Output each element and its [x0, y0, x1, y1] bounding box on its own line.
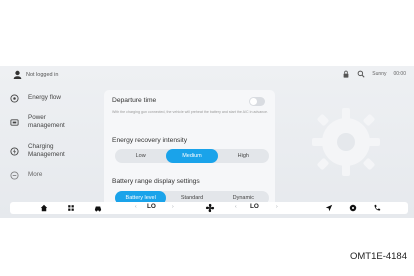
sidebar-item-more[interactable]: More: [10, 169, 88, 181]
lock-icon: [343, 70, 349, 78]
infotainment-screen: Not logged in Sunny 00:00 Energy flow Po…: [0, 66, 414, 218]
recovery-option-high[interactable]: High: [218, 149, 269, 163]
media-icon[interactable]: [349, 204, 357, 212]
account-label: Not logged in: [26, 71, 59, 78]
sidebar-item-label: Energy flow: [28, 94, 61, 101]
navigation-icon[interactable]: [325, 204, 333, 212]
fan-icon[interactable]: [205, 203, 215, 213]
weather-label: Sunny: [372, 71, 387, 77]
departure-time-hint: With the charging gun connected, the veh…: [112, 110, 269, 114]
toggle-knob: [250, 98, 257, 105]
recovery-option-medium[interactable]: Medium: [166, 149, 218, 163]
sidebar-item-energy-flow[interactable]: Energy flow: [10, 92, 88, 104]
energy-flow-icon: [10, 93, 19, 103]
departure-time-title: Departure time: [112, 97, 157, 104]
energy-recovery-title: Energy recovery intensity: [112, 137, 188, 144]
status-indicators: Sunny 00:00: [342, 70, 406, 78]
user-icon: [13, 70, 22, 79]
sidebar-item-charging-management[interactable]: Charging Management: [10, 140, 88, 162]
range-display-title: Battery range display settings: [112, 178, 200, 185]
right-temp-down-arrow[interactable]: ‹: [235, 204, 237, 210]
left-temp-down-arrow[interactable]: ‹: [135, 204, 137, 210]
power-management-icon: [10, 118, 19, 126]
sidebar-item-label: Charging Management: [28, 143, 65, 158]
home-icon[interactable]: [40, 204, 48, 212]
sidebar-item-label: Power management: [28, 114, 65, 129]
sidebar-item-label: More: [28, 171, 43, 178]
right-temp-up-arrow[interactable]: ›: [276, 204, 278, 210]
sidebar-item-power-management[interactable]: Power management: [10, 111, 88, 133]
figure-code: OMT1E-4184: [349, 251, 407, 262]
left-temperature[interactable]: LO: [147, 203, 156, 210]
phone-icon[interactable]: [373, 204, 381, 212]
account-status[interactable]: Not logged in: [13, 70, 58, 79]
more-icon: [10, 170, 19, 180]
energy-recovery-selector: Low Medium High: [115, 149, 269, 163]
apps-grid-icon[interactable]: [67, 204, 75, 212]
car-icon[interactable]: [94, 204, 102, 212]
right-temperature[interactable]: LO: [250, 203, 259, 210]
settings-gear-illustration: [312, 108, 380, 176]
bottom-dock: ‹ LO › ‹ LO ›: [10, 202, 408, 214]
charging-management-icon: [10, 146, 19, 156]
left-temp-up-arrow[interactable]: ›: [172, 204, 174, 210]
vehicle-settings-panel: Departure time With the charging gun con…: [104, 90, 275, 210]
recovery-option-low[interactable]: Low: [115, 149, 166, 163]
departure-time-toggle[interactable]: [249, 97, 265, 106]
search-icon[interactable]: [357, 70, 365, 78]
sidebar: Energy flow Power management Charging Ma…: [10, 92, 88, 188]
clock: 00:00: [393, 71, 406, 77]
